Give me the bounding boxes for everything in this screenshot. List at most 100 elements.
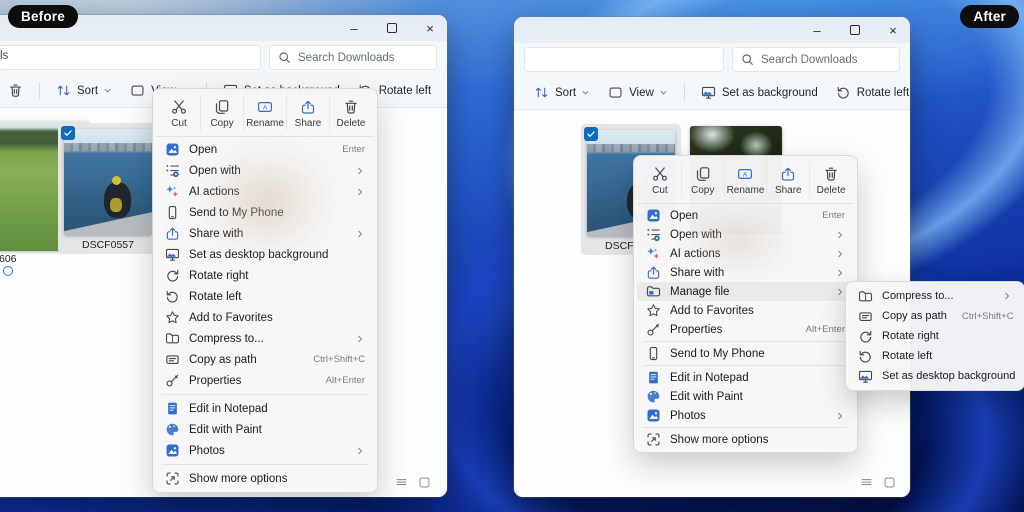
context-menu-item[interactable]: Compress to...: [156, 328, 374, 349]
context-menu-item[interactable]: AI actions: [637, 244, 854, 263]
context-menu-item[interactable]: Copy as path Ctrl+Shift+C: [156, 349, 374, 370]
separator: [39, 82, 40, 99]
thumbnail-view-icon[interactable]: [883, 476, 896, 489]
star-icon: [165, 310, 180, 325]
context-menu-item[interactable]: Rotate left: [156, 286, 374, 307]
context-menu-item[interactable]: Compress to...: [849, 286, 1021, 306]
selected-checkbox[interactable]: [584, 127, 598, 141]
view-icon: [608, 85, 623, 100]
properties-icon: [646, 322, 661, 337]
toolbar-button[interactable]: [0, 78, 31, 104]
address-row: ls Search Downloads: [0, 41, 447, 74]
context-menu-item[interactable]: Show more options: [156, 468, 374, 489]
close-button[interactable]: ×: [423, 21, 437, 35]
address-bar[interactable]: [524, 47, 724, 72]
context-menu-item[interactable]: Open Enter: [637, 206, 854, 225]
chevron-down-icon: [659, 88, 668, 97]
toolbar-button[interactable]: Sort: [526, 80, 598, 106]
quick-action-button[interactable]: Share: [766, 161, 809, 199]
context-menu-item[interactable]: Edit with Paint: [637, 387, 854, 406]
list-view-icon[interactable]: [395, 476, 408, 489]
context-menu-item[interactable]: Add to Favorites: [156, 307, 374, 328]
context-menu-item[interactable]: Edit in Notepad: [637, 368, 854, 387]
context-menu-item[interactable]: Edit in Notepad: [156, 398, 374, 419]
selected-checkbox[interactable]: [61, 126, 75, 140]
quick-action-button[interactable]: Cut: [158, 94, 200, 132]
context-menu-item[interactable]: Rotate right: [849, 326, 1021, 346]
separator: [162, 464, 368, 465]
context-menu-item[interactable]: Show more options: [637, 430, 854, 449]
context-menu-item[interactable]: AI actions: [156, 181, 374, 202]
cut-icon: [171, 99, 187, 115]
window-controls: – ×: [810, 23, 900, 37]
context-menu-item[interactable]: Open Enter: [156, 139, 374, 160]
context-menu-item[interactable]: Set as desktop background: [849, 366, 1021, 386]
chevron-right-icon: [355, 334, 365, 344]
check-icon: [586, 129, 596, 139]
maximize-button[interactable]: [385, 21, 399, 35]
toolbar-button[interactable]: Sort: [48, 78, 120, 104]
notepad-icon: [165, 401, 180, 416]
quick-action-button[interactable]: Delete: [329, 94, 372, 132]
context-menu-item[interactable]: Add to Favorites: [637, 301, 854, 320]
quick-action-button[interactable]: A Rename: [243, 94, 286, 132]
context-menu-item[interactable]: Edit with Paint: [156, 419, 374, 440]
after-badge: After: [960, 5, 1019, 28]
rename-icon: A: [737, 166, 753, 182]
photos-icon: [646, 408, 661, 423]
svg-text:A: A: [263, 104, 268, 111]
thumbnail-view-icon[interactable]: [418, 476, 431, 489]
quick-action-button[interactable]: Cut: [639, 161, 681, 199]
context-menu-item[interactable]: Properties Alt+Enter: [637, 320, 854, 339]
context-menu-item[interactable]: Open with: [156, 160, 374, 181]
context-menu-item[interactable]: Photos: [637, 406, 854, 425]
view-toggle-group: [860, 476, 896, 489]
toolbar-button[interactable]: Rotate left: [828, 80, 910, 106]
file-dscf0557[interactable]: DSCF0557: [58, 123, 158, 254]
context-menu-item[interactable]: Set as desktop background: [156, 244, 374, 265]
minimize-button[interactable]: –: [810, 23, 824, 37]
search-box[interactable]: Search Downloads: [269, 45, 437, 70]
quick-action-button[interactable]: Delete: [809, 161, 852, 199]
separator: [162, 394, 368, 395]
context-menu-item[interactable]: Share with: [156, 223, 374, 244]
context-menu-item[interactable]: Copy as path Ctrl+Shift+C: [849, 306, 1021, 326]
desktop-bg-icon: [701, 85, 716, 100]
sync-status-icon: [3, 266, 13, 276]
list-view-icon[interactable]: [860, 476, 873, 489]
maximize-button[interactable]: [848, 23, 862, 37]
context-menu-item[interactable]: Send to My Phone: [156, 202, 374, 223]
search-box[interactable]: Search Downloads: [732, 47, 900, 72]
context-menu-item[interactable]: Send to My Phone: [637, 344, 854, 363]
toolbar-button[interactable]: Details: [439, 78, 447, 104]
chevron-right-icon: [835, 287, 845, 297]
boat-edge: [64, 203, 152, 235]
context-menu-item[interactable]: Share with: [637, 263, 854, 282]
address-bar[interactable]: ls: [0, 45, 261, 70]
context-menu-item[interactable]: Properties Alt+Enter: [156, 370, 374, 391]
quick-action-button[interactable]: Copy: [681, 161, 724, 199]
ai-actions-icon: [165, 184, 180, 199]
toolbar-button[interactable]: Set as background: [693, 80, 826, 106]
chevron-right-icon: [1002, 291, 1012, 301]
toolbar-button[interactable]: View: [600, 80, 676, 106]
context-menu-item[interactable]: Rotate left: [849, 346, 1021, 366]
chevron-right-icon: [835, 411, 845, 421]
context-menu-item[interactable]: Photos: [156, 440, 374, 461]
context-menu-item[interactable]: Open with: [637, 225, 854, 244]
context-menu-item[interactable]: Rotate right: [156, 265, 374, 286]
separator: [643, 427, 848, 428]
photos-icon: [165, 443, 180, 458]
quick-action-button[interactable]: A Rename: [724, 161, 767, 199]
context-menu-item[interactable]: Manage file: [637, 282, 854, 301]
toolbar-right-group: Details: [439, 78, 447, 104]
view-toggle-group: [395, 476, 431, 489]
chevron-down-icon: [581, 88, 590, 97]
window-controls: – ×: [347, 21, 437, 35]
quick-action-button[interactable]: Copy: [200, 94, 243, 132]
close-button[interactable]: ×: [886, 23, 900, 37]
minimize-button[interactable]: –: [347, 21, 361, 35]
quick-action-button[interactable]: Share: [286, 94, 329, 132]
cut-icon: [652, 166, 668, 182]
rotate-right-icon: [165, 268, 180, 283]
